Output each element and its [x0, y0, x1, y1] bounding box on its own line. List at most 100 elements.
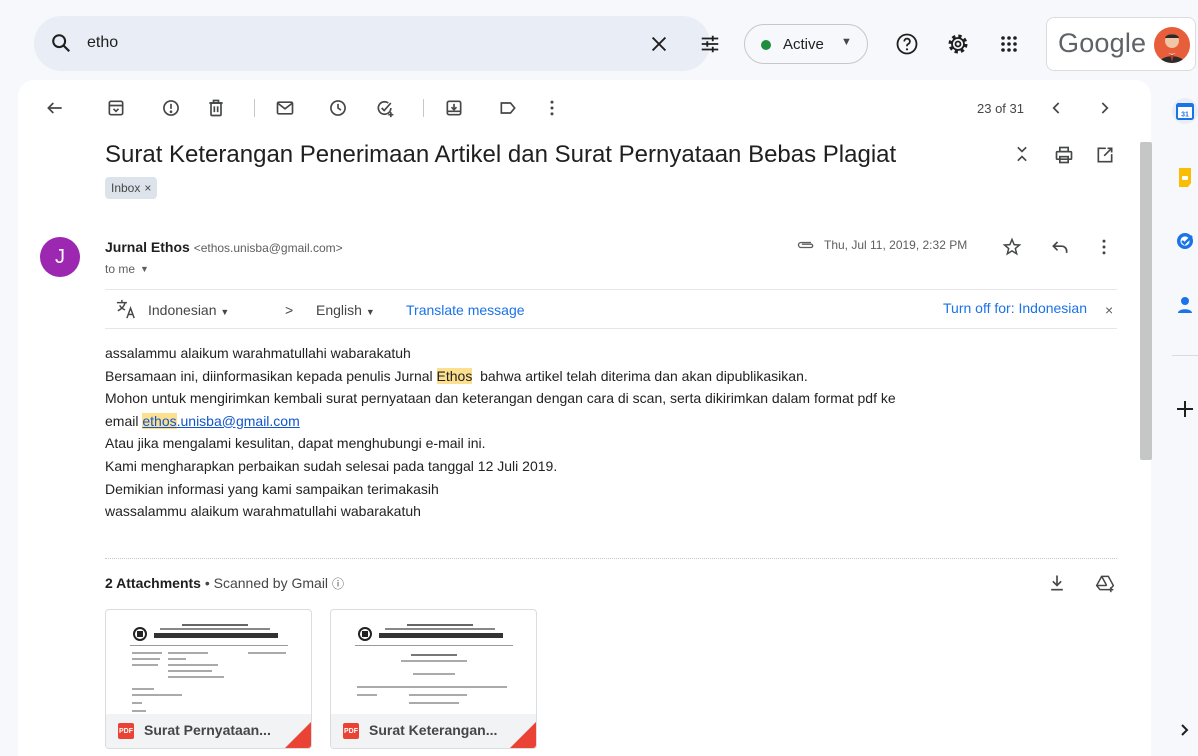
recipients-text: to me [105, 262, 136, 276]
pdf-icon: PDF [343, 723, 359, 739]
back-arrow-icon[interactable] [45, 98, 65, 118]
apps-grid-icon[interactable] [997, 32, 1021, 56]
chevron-right-icon: > [285, 302, 294, 318]
body-line: Atau jika mengalami kesulitan, dapat men… [105, 435, 486, 452]
fold-corner [510, 722, 536, 748]
email-body: assalammu alaikum warahmatullahi wabarak… [105, 342, 896, 523]
body-line: Bersamaan ini, diinformasikan kepada pen… [105, 365, 896, 388]
translate-icon [115, 299, 137, 319]
keep-icon[interactable] [1172, 165, 1198, 191]
target-language-dropdown[interactable]: English ▼ [316, 302, 375, 318]
email-date: Thu, Jul 11, 2019, 2:32 PM [824, 238, 968, 252]
account-switcher[interactable]: Google [1046, 17, 1196, 71]
collapse-all-icon[interactable] [1012, 144, 1032, 164]
expand-panel-chevron-icon[interactable] [1172, 717, 1198, 743]
recipients-dropdown[interactable]: to me ▼ [105, 262, 149, 276]
more-vert-icon[interactable] [1094, 237, 1114, 257]
snooze-clock-icon[interactable] [328, 98, 348, 118]
body-line: wassalammu alaikum warahmatullahi wabara… [105, 503, 421, 520]
search-input[interactable] [87, 30, 567, 56]
label-icon[interactable] [498, 98, 518, 118]
fold-corner [285, 722, 311, 748]
info-icon[interactable]: ⓘ [332, 577, 344, 591]
message-counter: 23 of 31 [977, 101, 1024, 116]
attachment-thumbnail [355, 624, 513, 704]
turn-off-translation-link[interactable]: Turn off for: Indonesian [943, 300, 1087, 316]
archive-icon[interactable] [106, 98, 126, 118]
print-icon[interactable] [1054, 145, 1074, 165]
sender-email: <ethos.unisba@gmail.com> [193, 241, 343, 255]
google-wordmark: Google [1058, 28, 1147, 58]
chevron-down-icon: ▼ [220, 307, 230, 317]
older-chevron-right-icon[interactable] [1094, 98, 1114, 118]
attachment-thumbnail [130, 624, 288, 712]
reply-icon[interactable] [1050, 237, 1070, 257]
open-new-window-icon[interactable] [1095, 145, 1115, 165]
search-options-icon[interactable] [699, 33, 721, 55]
add-to-drive-icon[interactable] [1095, 573, 1115, 593]
star-icon[interactable] [1002, 237, 1022, 257]
target-language: English [316, 302, 362, 318]
chevron-down-icon: ▼ [841, 36, 852, 48]
source-language-dropdown[interactable]: Indonesian ▼ [148, 302, 229, 318]
attachment-footer: PDF Surat Keterangan... [331, 714, 536, 748]
settings-icon[interactable] [946, 32, 970, 56]
link-text-segment: .unisba@gmail.com [176, 412, 300, 429]
report-spam-icon[interactable] [161, 98, 181, 118]
bullet-separator: • [204, 575, 214, 591]
translate-message-link[interactable]: Translate message [406, 302, 525, 318]
attachments-count: 2 Attachments [105, 575, 201, 591]
status-dropdown[interactable]: Active ▼ [744, 24, 868, 64]
tasks-icon[interactable] [1172, 228, 1198, 254]
remove-label-icon[interactable]: × [144, 177, 151, 199]
search-icon[interactable] [50, 32, 72, 54]
avatar[interactable] [1154, 27, 1190, 63]
body-line: Demikian informasi yang kami sampaikan t… [105, 480, 439, 497]
contacts-icon[interactable] [1172, 292, 1198, 318]
move-to-icon[interactable] [444, 98, 464, 118]
pdf-icon: PDF [118, 723, 134, 739]
body-text-segment: bahwa artikel telah diterima dan akan di… [472, 367, 808, 384]
email-view: 23 of 31 Surat Keterangan Penerimaan Art… [18, 80, 1151, 756]
attachment-filename: Surat Pernyataan... [144, 722, 271, 738]
email-subject: Surat Keterangan Penerimaan Artikel dan … [105, 141, 897, 168]
chevron-down-icon: ▼ [140, 264, 149, 274]
status-dot [761, 40, 771, 50]
help-icon[interactable] [895, 32, 919, 56]
attachment-card[interactable]: PDF Surat Keterangan... [330, 609, 537, 749]
search-bar[interactable] [34, 16, 719, 71]
status-label: Active [783, 36, 824, 53]
attachment-footer: PDF Surat Pernyataan... [106, 714, 311, 748]
add-task-icon[interactable] [375, 98, 395, 118]
source-language: Indonesian [148, 302, 217, 318]
close-icon[interactable] [648, 33, 670, 55]
body-text-segment: email [105, 412, 143, 429]
side-panel-divider [1172, 355, 1198, 356]
attachment-filename: Surat Keterangan... [369, 722, 498, 738]
body-line: Mohon untuk mengirimkan kembali surat pe… [105, 390, 896, 407]
newer-chevron-left-icon[interactable] [1047, 98, 1067, 118]
attachments-divider [105, 558, 1117, 559]
email-date-area: Thu, Jul 11, 2019, 2:32 PM [796, 238, 967, 252]
mark-unread-icon[interactable] [275, 98, 295, 118]
close-icon[interactable]: × [1105, 302, 1113, 318]
calendar-icon[interactable]: 31 [1172, 98, 1198, 124]
toolbar-divider [254, 99, 255, 117]
scrollbar-thumb[interactable] [1140, 142, 1152, 460]
body-text-segment: Bersamaan ini, diinformasikan kepada pen… [105, 367, 437, 384]
email-address-link[interactable]: ethos.unisba@gmail.com [142, 412, 300, 429]
sender-line: Jurnal Ethos <ethos.unisba@gmail.com> [105, 239, 343, 255]
add-addon-icon[interactable] [1172, 396, 1198, 422]
attachment-card[interactable]: PDF Surat Pernyataan... [105, 609, 312, 749]
sender-name[interactable]: Jurnal Ethos [105, 239, 190, 255]
delete-icon[interactable] [206, 98, 226, 118]
body-line: email ethos.unisba@gmail.com [105, 410, 896, 433]
more-vert-icon[interactable] [542, 98, 562, 118]
label-chip-text: Inbox [111, 181, 141, 195]
attachment-clip-icon [796, 239, 816, 251]
inbox-label-chip[interactable]: Inbox × [105, 177, 158, 199]
download-all-icon[interactable] [1047, 573, 1067, 593]
chevron-down-icon: ▼ [365, 307, 375, 317]
body-line: assalammu alaikum warahmatullahi wabarak… [105, 345, 411, 361]
sender-avatar[interactable]: J [40, 237, 80, 277]
